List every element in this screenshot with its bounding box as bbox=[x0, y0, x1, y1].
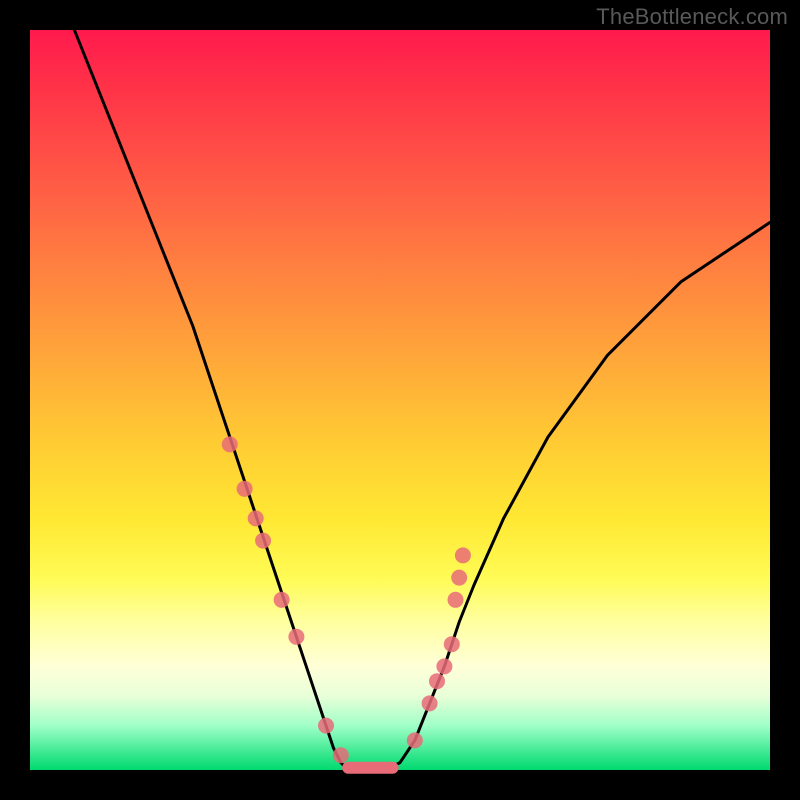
chart-svg bbox=[30, 30, 770, 770]
scatter-point bbox=[448, 592, 464, 608]
scatter-point bbox=[318, 718, 334, 734]
scatter-point bbox=[274, 592, 290, 608]
scatter-point bbox=[455, 547, 471, 563]
attribution-text: TheBottleneck.com bbox=[596, 4, 788, 30]
scatter-point bbox=[422, 695, 438, 711]
scatter-point bbox=[288, 629, 304, 645]
scatter-point bbox=[444, 636, 460, 652]
scatter-point bbox=[451, 570, 467, 586]
scatter-point bbox=[429, 673, 445, 689]
scatter-point bbox=[255, 533, 271, 549]
scatter-point bbox=[237, 481, 253, 497]
bottleneck-curve bbox=[74, 30, 770, 770]
scatter-points bbox=[222, 436, 471, 763]
chart-area bbox=[30, 30, 770, 770]
scatter-point bbox=[248, 510, 264, 526]
scatter-point bbox=[407, 732, 423, 748]
scatter-point bbox=[222, 436, 238, 452]
scatter-point bbox=[436, 658, 452, 674]
scatter-point bbox=[333, 747, 349, 763]
